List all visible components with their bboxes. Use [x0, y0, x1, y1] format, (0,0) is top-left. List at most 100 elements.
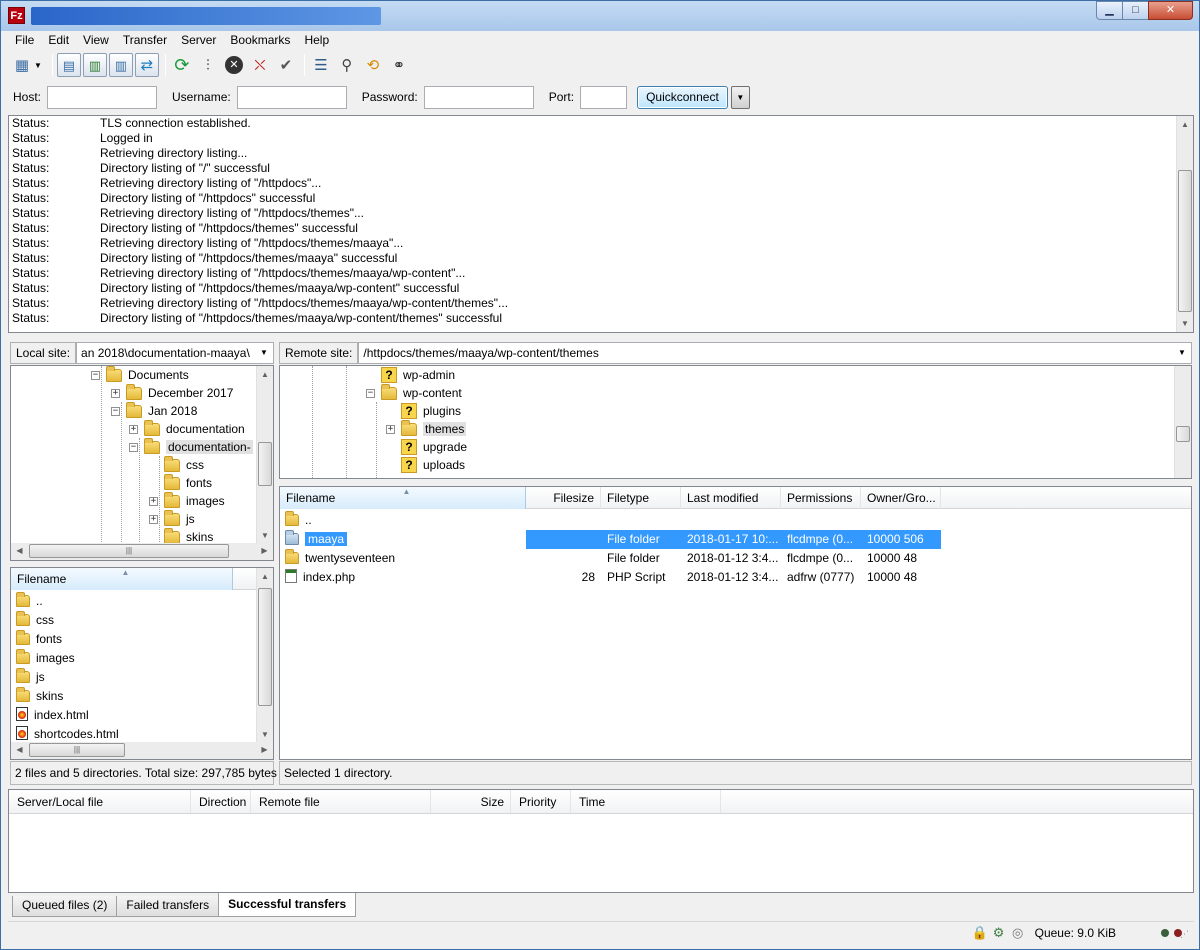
local-site-path-combo[interactable]: an 2018\documentation-maaya\ ▼ — [76, 342, 274, 364]
quickconnect-button[interactable]: Quickconnect — [637, 85, 728, 109]
process-queue-icon[interactable]: ⫶ — [196, 53, 220, 77]
toggle-remote-tree-icon[interactable]: ▥ — [108, 53, 133, 77]
filezilla-app-icon[interactable]: Fz — [8, 7, 25, 24]
directory-comparison-icon[interactable]: ⚲ — [335, 53, 359, 77]
scroll-left-arrow-icon[interactable]: ◀ — [11, 543, 28, 559]
remote-filetype-column-header[interactable]: Filetype — [601, 487, 681, 509]
collapse-icon[interactable]: − — [111, 406, 120, 416]
disconnect-icon[interactable]: ⛌ — [248, 53, 272, 77]
local-file-row[interactable]: .. — [11, 592, 43, 611]
search-remote-files-icon[interactable]: ⚭ — [387, 53, 411, 77]
quickconnect-history-dropdown[interactable]: ▼ — [730, 85, 750, 109]
scroll-up-arrow-icon[interactable]: ▲ — [257, 366, 273, 383]
refresh-icon[interactable]: ⟳ — [170, 53, 194, 77]
remote-tree-node[interactable]: ? plugins — [386, 402, 461, 420]
scroll-up-arrow-icon[interactable]: ▲ — [1177, 116, 1193, 133]
host-input[interactable] — [47, 85, 158, 109]
lock-icon[interactable]: 🔒 — [972, 925, 988, 941]
username-input[interactable] — [236, 85, 347, 109]
close-button[interactable]: ✕ — [1148, 1, 1193, 20]
remote-tree-node[interactable]: − wp-content — [366, 383, 462, 402]
remote-file-row[interactable]: .. — [280, 511, 941, 530]
local-file-row[interactable]: skins — [11, 687, 63, 706]
toggle-transfer-queue-icon[interactable]: ⇄ — [134, 53, 159, 77]
local-list-scrollbar[interactable]: ▲ ▼ — [256, 568, 273, 743]
chevron-down-icon[interactable]: ▼ — [1175, 343, 1189, 363]
scroll-thumb[interactable] — [258, 588, 272, 706]
local-tree-node[interactable]: − Jan 2018 — [111, 401, 197, 420]
synchronized-browsing-icon[interactable]: ⟲ — [361, 53, 385, 77]
remote-filename-column-header[interactable]: ▲ Filename — [280, 487, 526, 509]
scroll-down-arrow-icon[interactable]: ▼ — [257, 527, 273, 544]
menu-view[interactable]: View — [76, 31, 116, 50]
remote-tree-node[interactable]: ? wp-admin — [366, 366, 455, 384]
menu-transfer[interactable]: Transfer — [116, 31, 174, 50]
remote-file-row[interactable]: maaya File folder 2018-01-17 10:... flcdmpe… — [280, 530, 941, 549]
queue-time-header[interactable]: Time — [571, 790, 721, 813]
menu-bookmarks[interactable]: Bookmarks — [223, 31, 297, 50]
local-file-row[interactable]: index.html — [11, 706, 89, 725]
local-tree-node[interactable]: + images — [149, 491, 225, 510]
remote-filesize-column-header[interactable]: Filesize — [526, 487, 601, 509]
password-input[interactable] — [423, 85, 534, 109]
local-tree-node[interactable]: − Documents — [91, 366, 189, 384]
resize-grip-icon[interactable]: ⋰ — [1180, 929, 1192, 941]
scroll-thumb[interactable]: ||| — [29, 743, 125, 757]
scroll-thumb[interactable]: ||| — [29, 544, 229, 558]
scroll-right-arrow-icon[interactable]: ▶ — [256, 742, 273, 758]
reconnect-icon[interactable]: ✔ — [274, 53, 298, 77]
scroll-thumb[interactable] — [1176, 426, 1190, 442]
tab-queued-files[interactable]: Queued files (2) — [12, 896, 118, 917]
remote-last-modified-column-header[interactable]: Last modified — [681, 487, 781, 509]
queue-direction-header[interactable]: Direction — [191, 790, 251, 813]
minimize-button[interactable]: ▁ — [1096, 1, 1123, 20]
directory-listing-filters-icon[interactable]: ☰ — [309, 53, 333, 77]
queue-remote-file-header[interactable]: Remote file — [251, 790, 431, 813]
site-manager-icon[interactable]: ▦ — [10, 53, 34, 77]
remote-site-path-combo[interactable]: /httpdocs/themes/maaya/wp-content/themes… — [358, 342, 1192, 364]
remote-tree-node[interactable]: ? uploads — [386, 456, 465, 474]
expand-icon[interactable]: + — [129, 424, 138, 434]
remote-file-row[interactable]: index.php 28 PHP Script 2018-01-12 3:4... ad… — [280, 568, 941, 587]
menu-server[interactable]: Server — [174, 31, 223, 50]
scroll-down-arrow-icon[interactable]: ▼ — [1177, 315, 1193, 332]
local-filename-column-header[interactable]: ▲ Filename — [11, 568, 233, 590]
scroll-down-arrow-icon[interactable]: ▼ — [257, 726, 273, 743]
local-tree-node[interactable]: + December 2017 — [111, 383, 233, 402]
local-tree-hscrollbar[interactable]: ◀ ||| ▶ — [11, 543, 273, 560]
chevron-down-icon[interactable]: ▼ — [257, 343, 271, 363]
scroll-right-arrow-icon[interactable]: ▶ — [256, 543, 273, 559]
collapse-icon[interactable]: − — [129, 442, 138, 452]
menu-help[interactable]: Help — [297, 31, 336, 50]
local-file-row[interactable]: css — [11, 611, 54, 630]
local-tree-node[interactable]: + js — [149, 509, 195, 528]
queue-size-header[interactable]: Size — [431, 790, 511, 813]
local-file-row[interactable]: js — [11, 668, 45, 687]
remote-tree-node[interactable]: + themes — [386, 419, 467, 438]
local-file-row[interactable]: fonts — [11, 630, 62, 649]
collapse-icon[interactable]: − — [91, 370, 100, 380]
maximize-button[interactable]: □ — [1122, 1, 1149, 20]
toggle-message-log-icon[interactable]: ▤ — [56, 53, 81, 77]
local-list-hscrollbar[interactable]: ◀ ||| ▶ — [11, 742, 273, 759]
tab-failed-transfers[interactable]: Failed transfers — [116, 896, 220, 917]
queue-server-local-file-header[interactable]: Server/Local file — [9, 790, 191, 813]
gear-icon[interactable]: ⚙ — [991, 925, 1007, 941]
speed-limits-icon[interactable]: ◎ — [1010, 925, 1026, 941]
expand-icon[interactable]: + — [386, 424, 395, 434]
remote-permissions-column-header[interactable]: Permissions — [781, 487, 861, 509]
remote-file-row[interactable]: twentyseventeen File folder 2018-01-12 3:4… — [280, 549, 941, 568]
local-tree-scrollbar[interactable]: ▲ ▼ — [256, 366, 273, 544]
local-file-row[interactable]: images — [11, 649, 75, 668]
site-manager-dropdown-icon[interactable]: ▼ — [34, 61, 42, 70]
port-input[interactable] — [580, 85, 628, 109]
remote-tree-node[interactable]: ? upgrade — [386, 438, 467, 456]
local-tree-node[interactable]: − documentation- — [129, 437, 253, 456]
remote-owner-group-column-header[interactable]: Owner/Gro... — [861, 487, 941, 509]
menu-edit[interactable]: Edit — [41, 31, 76, 50]
scroll-thumb[interactable] — [258, 442, 272, 486]
local-tree-node[interactable]: + documentation — [129, 419, 245, 438]
queue-priority-header[interactable]: Priority — [511, 790, 571, 813]
scroll-thumb[interactable] — [1178, 170, 1192, 312]
collapse-icon[interactable]: − — [366, 388, 375, 398]
